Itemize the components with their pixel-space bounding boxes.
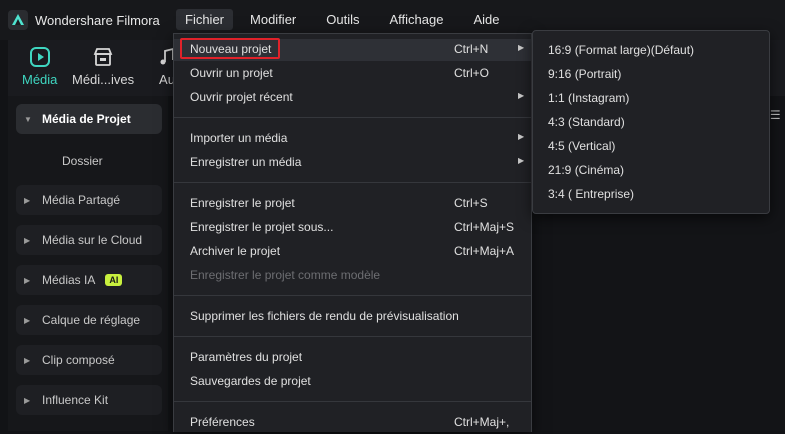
submenu-arrow-icon: ▶ <box>518 43 525 52</box>
submenu-arrow-icon: ▶ <box>518 132 525 141</box>
menu-modifier[interactable]: Modifier <box>241 9 305 30</box>
menu-bar: Fichier Modifier Outils Affichage Aide <box>176 9 521 30</box>
menu-item-label: Sauvegardes de projet <box>190 374 311 388</box>
sidebar-item-label: Clip composé <box>42 353 115 367</box>
menu-item-label: Ouvrir un projet <box>190 66 273 80</box>
menu-item-shortcut: Ctrl+N <box>454 42 489 56</box>
menu-item-import-media[interactable]: Importer un média ▶ <box>174 128 531 150</box>
sidebar-item-shared-media[interactable]: ▶ Média Partagé <box>16 185 162 215</box>
menu-separator <box>174 295 531 296</box>
submenu-item-4-3[interactable]: 4:3 (Standard) <box>548 115 625 129</box>
sidebar-item-folder[interactable]: Dossier <box>62 154 103 168</box>
caret-right-icon: ▶ <box>24 355 31 365</box>
submenu-item-9-16[interactable]: 9:16 (Portrait) <box>548 67 621 81</box>
submenu-arrow-icon: ▶ <box>518 156 525 165</box>
menu-item-archive-project[interactable]: Archiver le projet Ctrl+Maj+A <box>174 241 531 263</box>
sidebar-item-label: Calque de réglage <box>42 313 141 327</box>
menu-separator <box>174 117 531 118</box>
sidebar-item-adjustment-layer[interactable]: ▶ Calque de réglage <box>16 305 162 335</box>
menu-item-project-backups[interactable]: Sauvegardes de projet <box>174 371 531 393</box>
menu-item-shortcut: Ctrl+Maj+S <box>454 220 515 234</box>
tool-media-label: Média <box>22 72 58 87</box>
caret-down-icon: ▼ <box>24 114 32 124</box>
menu-aide[interactable]: Aide <box>464 9 508 30</box>
file-menu-dropdown: Nouveau projet Ctrl+N ▶ Ouvrir un projet… <box>173 33 532 432</box>
menu-item-shortcut: Ctrl+Maj+, <box>454 415 510 429</box>
caret-right-icon: ▶ <box>24 195 31 205</box>
menu-item-label: Paramètres du projet <box>190 350 303 364</box>
menu-item-save-project[interactable]: Enregistrer le projet Ctrl+S <box>174 193 531 215</box>
menu-item-shortcut: Ctrl+O <box>454 66 490 80</box>
sidebar-item-label: Médias IA <box>42 273 96 287</box>
sidebar-item-label: Média Partagé <box>42 193 121 207</box>
caret-right-icon: ▶ <box>24 235 31 245</box>
menu-item-label: Préférences <box>190 415 255 429</box>
menu-item-project-settings[interactable]: Paramètres du projet <box>174 347 531 369</box>
submenu-item-16-9[interactable]: 16:9 (Format large)(Défaut) <box>548 43 694 57</box>
sidebar-item-cloud-media[interactable]: ▶ Média sur le Cloud <box>16 225 162 255</box>
menu-item-shortcut: Ctrl+S <box>454 196 488 210</box>
media-icon <box>29 47 50 67</box>
submenu-arrow-icon: ▶ <box>518 91 525 100</box>
submenu-item-3-4[interactable]: 3:4 ( Entreprise) <box>548 187 634 201</box>
menu-item-label: Enregistrer le projet <box>190 196 295 210</box>
caret-right-icon: ▶ <box>24 395 31 405</box>
menu-separator <box>174 401 531 402</box>
menu-item-save-as-template: Enregistrer le projet comme modèle <box>174 265 531 287</box>
menu-fichier[interactable]: Fichier <box>176 9 234 30</box>
menu-item-shortcut: Ctrl+Maj+A <box>454 244 515 258</box>
filmora-logo-icon <box>8 10 28 30</box>
menu-separator <box>174 336 531 337</box>
app-title: Wondershare Filmora <box>35 13 160 28</box>
menu-item-label: Importer un média <box>190 131 288 145</box>
menu-item-label: Ouvrir projet récent <box>190 90 293 104</box>
menu-separator <box>174 182 531 183</box>
media-sidebar: ▼ Média de Projet Dossier ▶ Média Partag… <box>8 96 168 431</box>
submenu-item-1-1[interactable]: 1:1 (Instagram) <box>548 91 629 105</box>
caret-right-icon: ▶ <box>24 275 31 285</box>
sidebar-item-compound-clip[interactable]: ▶ Clip composé <box>16 345 162 375</box>
menu-item-open-project[interactable]: Ouvrir un projet Ctrl+O <box>174 63 531 85</box>
menu-item-label: Enregistrer un média <box>190 155 302 169</box>
menu-item-label: Enregistrer le projet comme modèle <box>190 268 381 282</box>
new-project-submenu: 16:9 (Format large)(Défaut) 9:16 (Portra… <box>532 30 770 214</box>
tool-stock-media[interactable]: Médi...ives <box>72 46 134 87</box>
tool-stock-media-label: Médi...ives <box>72 72 135 87</box>
sidebar-item-ai-media[interactable]: ▶ Médias IA AI <box>16 265 162 295</box>
sidebar-item-label: Média sur le Cloud <box>42 233 143 247</box>
menu-affichage[interactable]: Affichage <box>381 9 453 30</box>
menu-item-record-media[interactable]: Enregistrer un média ▶ <box>174 152 531 174</box>
menu-item-label: Archiver le projet <box>190 244 281 258</box>
menu-item-open-recent[interactable]: Ouvrir projet récent ▶ <box>174 87 531 109</box>
caret-right-icon: ▶ <box>24 315 31 325</box>
menu-item-label: Enregistrer le projet sous... <box>190 220 334 234</box>
sidebar-item-influence-kit[interactable]: ▶ Influence Kit <box>16 385 162 415</box>
sidebar-item-label: Média de Projet <box>42 112 131 126</box>
stock-media-icon <box>93 48 113 66</box>
menu-item-save-project-as[interactable]: Enregistrer le projet sous... Ctrl+Maj+S <box>174 217 531 239</box>
submenu-item-4-5[interactable]: 4:5 (Vertical) <box>548 139 615 153</box>
menu-item-label: Supprimer les fichiers de rendu de prévi… <box>190 309 459 323</box>
submenu-item-21-9[interactable]: 21:9 (Cinéma) <box>548 163 624 177</box>
ai-badge: AI <box>105 274 123 286</box>
annotation-highlight-box <box>180 38 280 59</box>
menu-outils[interactable]: Outils <box>317 9 368 30</box>
sidebar-item-label: Influence Kit <box>42 393 109 407</box>
sidebar-item-project-media[interactable]: ▼ Média de Projet <box>16 104 162 134</box>
tool-media[interactable]: Média <box>22 46 57 87</box>
menu-item-delete-render-files[interactable]: Supprimer les fichiers de rendu de prévi… <box>174 306 531 328</box>
